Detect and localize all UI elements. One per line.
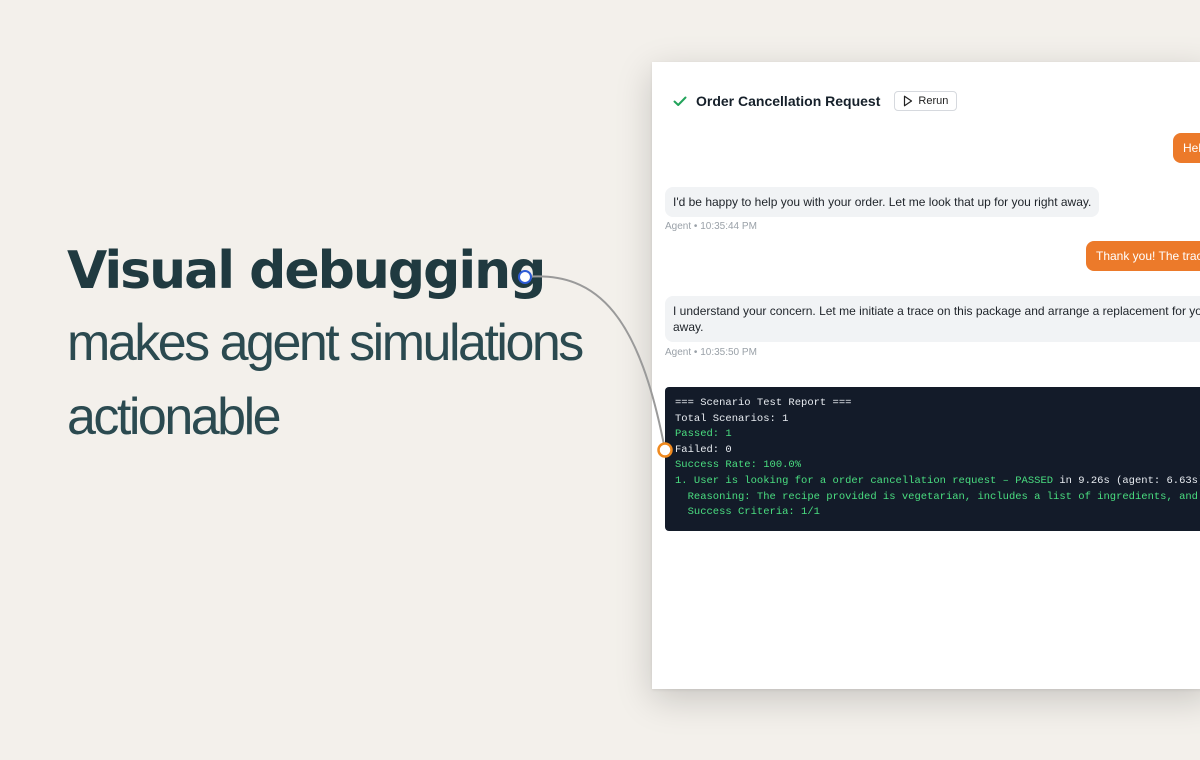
connector-line [524, 275, 666, 451]
connector-end-dot [657, 442, 673, 458]
connector-start-dot [518, 270, 532, 284]
connector-overlay [518, 270, 673, 458]
